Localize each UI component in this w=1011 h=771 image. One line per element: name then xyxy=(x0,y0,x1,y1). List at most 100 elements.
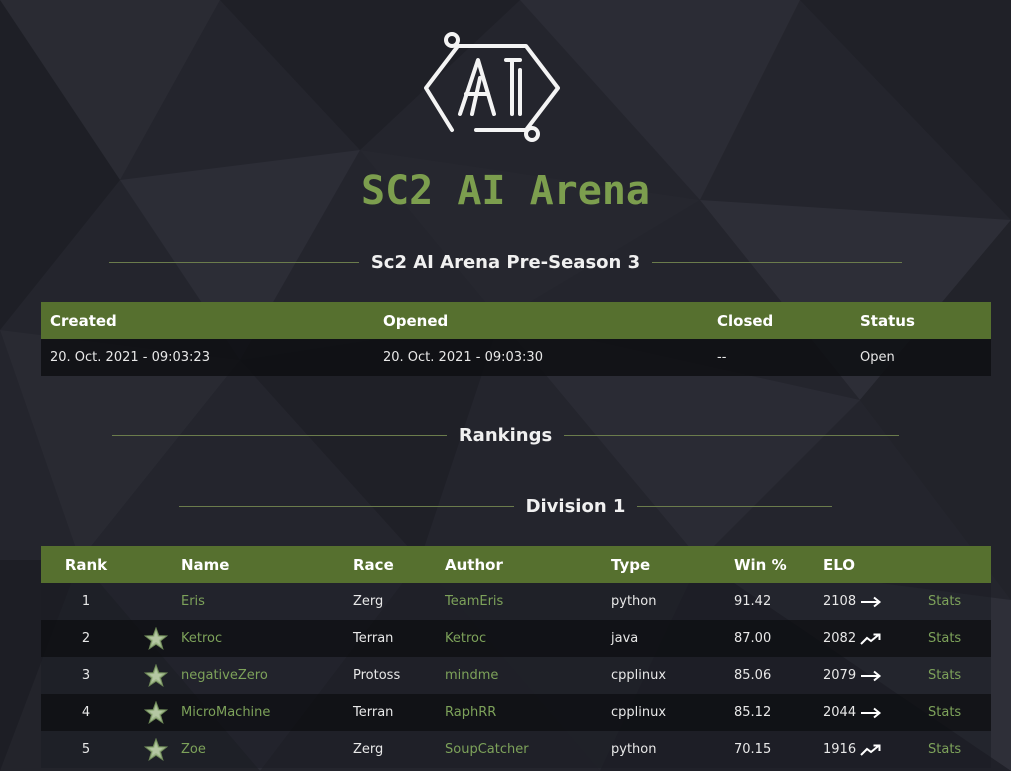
author-link[interactable]: RaphRR xyxy=(445,705,496,720)
badge-cell xyxy=(131,583,181,620)
type-cell: cpplinux xyxy=(611,705,667,720)
ranking-row: 2 Ketroc Terran Ketroc java 87.00 2082 Stats xyxy=(41,620,991,657)
season-table-row: 20. Oct. 2021 - 09:03:23 20. Oct. 2021 -… xyxy=(41,339,991,376)
header-name: Name xyxy=(181,555,230,574)
stats-link[interactable]: Stats xyxy=(928,742,961,757)
badge-cell xyxy=(131,620,181,657)
divider-line xyxy=(108,261,359,263)
ranking-row: 5 Zoe Zerg SoupCatcher python 70.15 1916 Stats xyxy=(41,731,991,768)
author-link[interactable]: TeamEris xyxy=(445,594,503,609)
flat-arrow-icon xyxy=(861,670,882,681)
badge-cell xyxy=(131,694,181,731)
type-cell: python xyxy=(611,742,657,757)
bot-name-cell[interactable]: Zoe xyxy=(181,731,353,768)
win-cell: 85.12 xyxy=(734,705,772,720)
header-created: Created xyxy=(50,311,117,330)
season-heading: Sc2 AI Arena Pre-Season 3 xyxy=(0,249,1011,275)
trending-up-icon xyxy=(860,744,881,756)
stats-cell[interactable]: Stats xyxy=(928,731,991,768)
divider-line xyxy=(564,434,900,436)
ranking-row: 3 negativeZero Protoss mindme cpplinux 85.06 2… xyxy=(41,657,991,694)
header-status: Status xyxy=(860,311,915,330)
rank-cell: 5 xyxy=(81,742,91,757)
season-info-table: Created Opened Closed Status 20. Oct. 20… xyxy=(41,302,991,376)
rank-cell: 4 xyxy=(81,705,91,720)
divider-line xyxy=(652,261,903,263)
stats-link[interactable]: Stats xyxy=(928,594,961,609)
star-icon xyxy=(144,700,168,724)
rankings-title: Rankings xyxy=(458,424,553,446)
ranking-row: 1 Eris Zerg TeamEris python 91.42 2108 Stats xyxy=(41,583,991,620)
elo-cell: 2108 xyxy=(823,583,928,620)
stats-cell[interactable]: Stats xyxy=(928,620,991,657)
bot-name-link[interactable]: Eris xyxy=(181,594,205,609)
header-type: Type xyxy=(611,555,651,574)
header-opened: Opened xyxy=(383,311,449,330)
elo-cell: 2044 xyxy=(823,694,928,731)
author-link[interactable]: Ketroc xyxy=(445,631,486,646)
trending-up-icon xyxy=(860,633,881,645)
ai-arena-logo xyxy=(424,32,560,142)
race-cell: Terran xyxy=(353,631,394,646)
divider-line xyxy=(111,434,447,436)
author-link[interactable]: SoupCatcher xyxy=(445,742,529,757)
stats-cell[interactable]: Stats xyxy=(928,694,991,731)
race-cell: Protoss xyxy=(353,668,401,683)
stats-cell[interactable]: Stats xyxy=(928,583,991,620)
author-link[interactable]: mindme xyxy=(445,668,498,683)
race-cell: Zerg xyxy=(353,742,384,757)
author-cell[interactable]: TeamEris xyxy=(445,583,611,620)
bot-name-cell[interactable]: Eris xyxy=(181,583,353,620)
bot-name-cell[interactable]: negativeZero xyxy=(181,657,353,694)
bot-name-link[interactable]: Zoe xyxy=(181,742,206,757)
season-table-header: Created Opened Closed Status xyxy=(41,302,991,339)
bot-name-link[interactable]: MicroMachine xyxy=(181,705,270,720)
win-cell: 87.00 xyxy=(734,631,772,646)
rankings-table-header: Rank Name Race Author Type Win % ELO xyxy=(41,546,991,583)
author-cell[interactable]: Ketroc xyxy=(445,620,611,657)
elo-value: 2082 xyxy=(823,631,857,646)
status-value: Open xyxy=(860,350,895,365)
bot-name-link[interactable]: negativeZero xyxy=(181,668,268,683)
star-icon xyxy=(144,663,168,687)
stats-cell[interactable]: Stats xyxy=(928,657,991,694)
header-win: Win % xyxy=(734,555,787,574)
flat-arrow-icon xyxy=(861,596,882,607)
created-value: 20. Oct. 2021 - 09:03:23 xyxy=(50,350,210,365)
stats-link[interactable]: Stats xyxy=(928,668,961,683)
division-heading: Division 1 xyxy=(0,493,1011,519)
bot-name-link[interactable]: Ketroc xyxy=(181,631,222,646)
flat-arrow-icon xyxy=(861,707,882,718)
stats-link[interactable]: Stats xyxy=(928,631,961,646)
race-cell: Zerg xyxy=(353,594,384,609)
badge-cell xyxy=(131,657,181,694)
ranking-row: 4 MicroMachine Terran RaphRR cpplinux 85.12 20… xyxy=(41,694,991,731)
win-cell: 91.42 xyxy=(734,594,772,609)
header-badge xyxy=(131,546,181,583)
rankings-table: Rank Name Race Author Type Win % ELO 1 Er… xyxy=(41,546,991,768)
rank-cell: 2 xyxy=(81,631,91,646)
badge-cell xyxy=(131,731,181,768)
race-cell: Terran xyxy=(353,705,394,720)
divider-line xyxy=(637,505,833,507)
bot-name-cell[interactable]: MicroMachine xyxy=(181,694,353,731)
site-title: SC2 AI Arena xyxy=(361,168,650,214)
header-stats xyxy=(928,546,991,583)
header-closed: Closed xyxy=(717,311,774,330)
bot-name-cell[interactable]: Ketroc xyxy=(181,620,353,657)
elo-cell: 1916 xyxy=(823,731,928,768)
author-cell[interactable]: SoupCatcher xyxy=(445,731,611,768)
division-title: Division 1 xyxy=(525,495,626,517)
header-elo: ELO xyxy=(823,555,856,574)
header-race: Race xyxy=(353,555,394,574)
author-cell[interactable]: mindme xyxy=(445,657,611,694)
win-cell: 85.06 xyxy=(734,668,772,683)
elo-value: 1916 xyxy=(823,742,857,757)
rank-cell: 1 xyxy=(81,594,91,609)
elo-cell: 2079 xyxy=(823,657,928,694)
header-rank: Rank xyxy=(64,555,108,574)
author-cell[interactable]: RaphRR xyxy=(445,694,611,731)
closed-value: -- xyxy=(717,350,727,365)
stats-link[interactable]: Stats xyxy=(928,705,961,720)
elo-value: 2108 xyxy=(823,594,857,609)
